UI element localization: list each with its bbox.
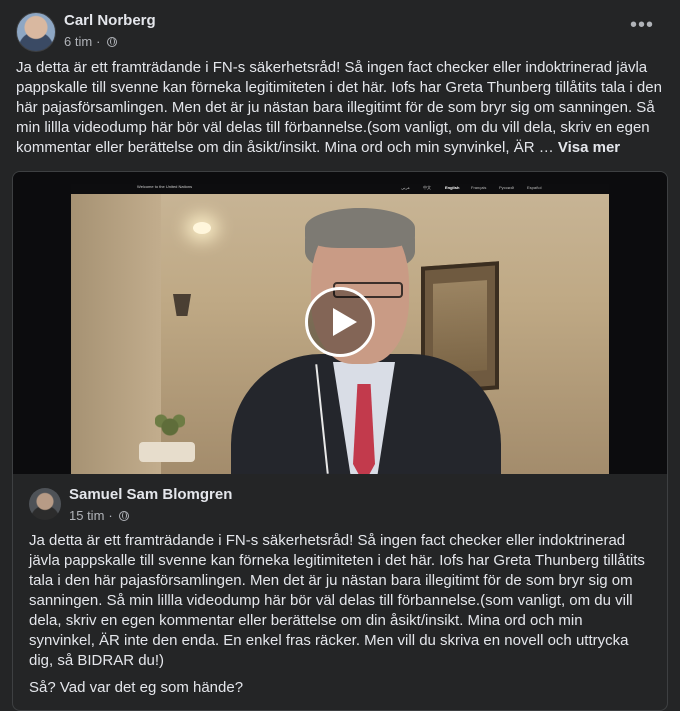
globe-icon[interactable] — [106, 36, 117, 47]
post-meta: 6 tim · — [64, 34, 117, 49]
shared-post-header: Samuel Sam Blomgren 15 tim · — [29, 486, 649, 526]
globe-icon[interactable] — [118, 510, 129, 521]
lang-label: 中文 — [423, 185, 431, 190]
shared-author-avatar[interactable] — [29, 488, 61, 520]
plant-pot — [139, 442, 195, 462]
lang-label: Русский — [499, 185, 514, 190]
video-player[interactable]: Welcome to the United Nations عربي 中文 En… — [13, 172, 667, 474]
lang-label: Français — [471, 185, 487, 190]
shared-post-text-line2: Så? Vad var det eg som hände? — [29, 679, 244, 696]
see-more-link[interactable]: Visa mer — [558, 139, 620, 156]
play-icon[interactable] — [305, 287, 375, 357]
lang-label: English — [445, 185, 460, 190]
author-avatar[interactable] — [16, 12, 56, 52]
shared-post-text: Ja detta är ett framträdande i FN-s säke… — [29, 532, 645, 669]
wall-lamp — [173, 294, 191, 316]
shared-timestamp[interactable]: 15 tim — [69, 508, 104, 523]
more-options-icon[interactable]: ••• — [630, 15, 654, 35]
plant — [155, 412, 185, 442]
ceiling-light — [193, 222, 211, 234]
shared-post-meta: 15 tim · — [69, 508, 129, 523]
lang-label: Español — [527, 185, 542, 190]
wall-shade — [71, 194, 161, 474]
shared-post-card[interactable]: Welcome to the United Nations عربي 中文 En… — [12, 171, 668, 711]
lang-label: عربي — [401, 185, 411, 190]
post-timestamp[interactable]: 6 tim — [64, 34, 92, 49]
speaker-hair-top — [305, 208, 415, 248]
video-overlay-title: Welcome to the United Nations — [137, 184, 193, 189]
post-header: Carl Norberg 6 tim · ••• — [16, 12, 664, 54]
shared-author-name[interactable]: Samuel Sam Blomgren — [69, 486, 232, 503]
post-author-name[interactable]: Carl Norberg — [64, 12, 156, 29]
post-body: Ja detta är ett framträdande i FN-s säke… — [16, 58, 666, 158]
